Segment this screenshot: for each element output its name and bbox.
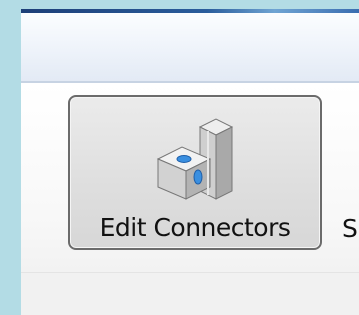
ribbon-panel-footer <box>21 272 359 315</box>
ribbon-tab-strip <box>21 13 359 81</box>
edit-connectors-label: Edit Connectors <box>99 213 291 242</box>
edit-connectors-icon <box>156 118 234 200</box>
edit-connectors-button[interactable]: Edit Connectors <box>68 95 322 250</box>
next-tool-label[interactable]: S <box>342 214 358 244</box>
